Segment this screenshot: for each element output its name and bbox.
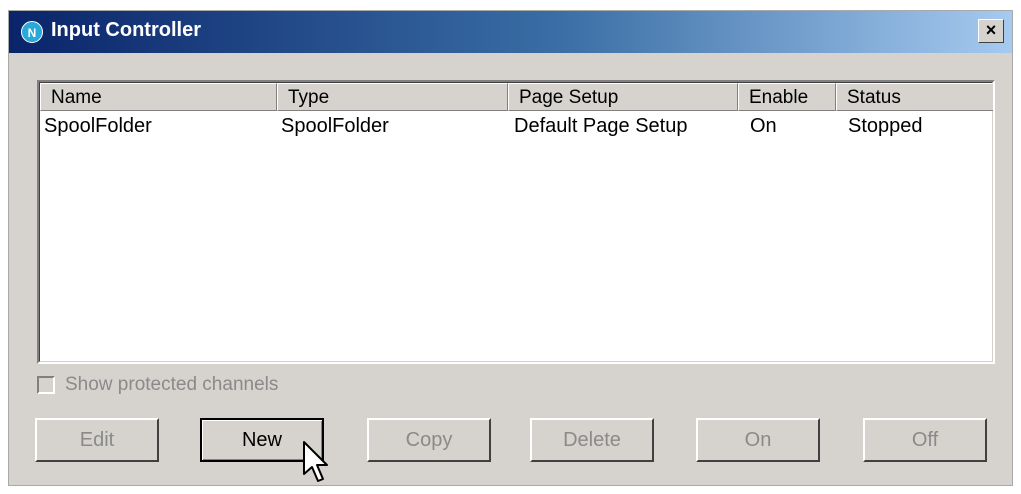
cell-name: SpoolFolder	[44, 115, 152, 137]
cell-page-setup: Default Page Setup	[514, 115, 688, 137]
show-protected-channels-checkbox[interactable]	[37, 376, 55, 394]
list-header: Name Type Page Setup Enable Status	[40, 83, 993, 111]
app-logo-icon: N	[21, 21, 43, 43]
column-header-page-setup[interactable]: Page Setup	[508, 83, 738, 111]
edit-button[interactable]: Edit	[35, 418, 159, 462]
channel-list-frame: Name Type Page Setup Enable Status Spool…	[39, 82, 993, 362]
column-header-status[interactable]: Status	[836, 83, 993, 111]
cell-status: Stopped	[848, 115, 923, 137]
off-button[interactable]: Off	[863, 418, 987, 462]
mouse-pointer-icon	[303, 441, 328, 482]
copy-button[interactable]: Copy	[367, 418, 491, 462]
table-row[interactable]: SpoolFolder SpoolFolder Default Page Set…	[40, 111, 992, 141]
cell-enable: On	[750, 115, 777, 137]
column-header-enable[interactable]: Enable	[738, 83, 836, 111]
window-title: Input Controller	[51, 19, 201, 41]
channel-list[interactable]: Name Type Page Setup Enable Status Spool…	[37, 80, 995, 364]
title-bar[interactable]: N Input Controller ×	[9, 11, 1012, 53]
column-header-name[interactable]: Name	[40, 83, 277, 111]
input-controller-dialog: N Input Controller × Name Type Page Setu…	[8, 10, 1013, 486]
close-button[interactable]: ×	[978, 19, 1004, 43]
on-button[interactable]: On	[696, 418, 820, 462]
column-header-type[interactable]: Type	[277, 83, 508, 111]
show-protected-channels-label: Show protected channels	[65, 374, 279, 395]
delete-button[interactable]: Delete	[530, 418, 654, 462]
cell-type: SpoolFolder	[281, 115, 389, 137]
